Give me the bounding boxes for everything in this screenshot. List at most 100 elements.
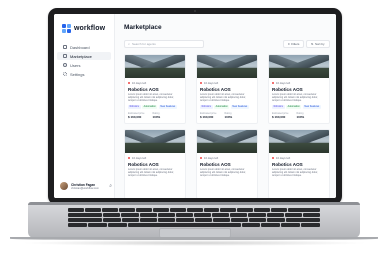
page-title: Marketplace: [124, 24, 162, 31]
status-text: 10 days left: [275, 81, 291, 85]
store-icon: [63, 54, 67, 58]
card-description: Lorem ipsum dolor sit amet, consectetur …: [272, 167, 318, 177]
tag: New Features: [302, 104, 321, 109]
status-dot-icon: [272, 81, 275, 85]
status-badge: 10 days left: [200, 81, 257, 85]
card-meta: Estimated price $ 160,000 Rating 100%: [272, 112, 329, 119]
logo-icon: [62, 23, 71, 33]
sidebar-nav: Dashboard Marketplace Users Settings: [54, 43, 114, 78]
agent-card[interactable]: 10 days left Robotics AOS Lorem ipsum do…: [124, 54, 186, 124]
status-dot-icon: [200, 156, 203, 160]
sidebar-item-users[interactable]: Users: [57, 61, 111, 69]
sidebar-item-settings[interactable]: Settings: [57, 70, 111, 78]
filters-button[interactable]: ≡ Filters: [283, 40, 305, 48]
user-info: Christian Fagan christian@workflow.com: [71, 183, 99, 190]
filter-icon: ≡: [288, 42, 290, 46]
tag: Robotics: [128, 104, 141, 109]
brand[interactable]: workflow: [54, 14, 114, 34]
search-icon[interactable]: ⌕: [109, 183, 112, 189]
brand-name: workflow: [74, 24, 106, 32]
status-text: 10 days left: [275, 156, 291, 160]
status-badge: 10 days left: [200, 156, 257, 160]
card-description: Lorem ipsum dolor sit amet, consectetur …: [128, 92, 174, 102]
card-title: Robotics AOS: [200, 161, 231, 167]
laptop-screen: workflow Dashboard Marketplace Users Set…: [54, 14, 336, 198]
card-image: [269, 55, 329, 78]
agent-card[interactable]: 10 days left Robotics AOS Lorem ipsum do…: [268, 129, 330, 198]
users-icon: [63, 63, 67, 67]
card-title: Robotics AOS: [128, 86, 159, 92]
card-image: [197, 130, 257, 153]
home-icon: [63, 45, 67, 49]
card-description: Lorem ipsum dolor sit amet, consectetur …: [200, 92, 246, 102]
agent-card[interactable]: 10 days left Robotics AOS Lorem ipsum do…: [124, 129, 186, 198]
gear-icon: [63, 72, 67, 76]
card-tags: Robotics Automation New Features: [272, 104, 329, 109]
user-email: christian@workflow.com: [71, 186, 99, 190]
keyboard: [68, 208, 321, 227]
card-title: Robotics AOS: [272, 161, 303, 167]
laptop-foot: [10, 237, 378, 240]
agent-card[interactable]: 10 days left Robotics AOS Lorem ipsum do…: [196, 54, 258, 124]
card-tags: Robotics Automation New Features: [200, 104, 257, 109]
status-text: 10 days left: [203, 156, 219, 160]
agent-card[interactable]: 10 days left Robotics AOS Lorem ipsum do…: [268, 54, 330, 124]
sidebar-item-label: Dashboard: [70, 44, 90, 50]
sidebar: workflow Dashboard Marketplace Users Set…: [54, 14, 115, 198]
card-title: Robotics AOS: [200, 86, 231, 92]
laptop-shadow: [20, 240, 368, 246]
status-dot-icon: [272, 156, 275, 160]
tag: Automation: [142, 104, 158, 109]
card-meta: Estimated price $ 160,000 Rating 100%: [128, 112, 185, 119]
status-text: 10 days left: [203, 81, 219, 85]
sidebar-item-label: Marketplace: [70, 53, 92, 59]
sort-label: Sort by: [315, 42, 325, 46]
toolbar: ⌕ Search for agents ≡ Filters ⇅ Sort by: [124, 40, 330, 48]
laptop-lid: workflow Dashboard Marketplace Users Set…: [48, 8, 342, 205]
status-badge: 10 days left: [128, 156, 185, 160]
meta-value: $ 160,000: [200, 114, 214, 119]
card-tags: Robotics Automation New Features: [128, 104, 185, 109]
agent-card[interactable]: 10 days left Robotics AOS Lorem ipsum do…: [196, 129, 258, 198]
meta-value: $ 160,000: [128, 114, 142, 119]
laptop-base: [28, 202, 360, 238]
card-description: Lorem ipsum dolor sit amet, consectetur …: [128, 167, 174, 177]
card-title: Robotics AOS: [128, 161, 159, 167]
camera: [194, 10, 196, 12]
status-dot-icon: [128, 81, 131, 85]
status-badge: 10 days left: [272, 81, 329, 85]
sort-icon: ⇅: [311, 42, 314, 46]
status-badge: 10 days left: [272, 156, 329, 160]
tag: Automation: [214, 104, 230, 109]
laptop-hinge: [28, 202, 360, 205]
tag: New Features: [230, 104, 249, 109]
meta-value: 100%: [152, 114, 161, 119]
status-dot-icon: [128, 156, 131, 160]
card-title: Robotics AOS: [272, 86, 303, 92]
card-description: Lorem ipsum dolor sit amet, consectetur …: [200, 167, 246, 177]
tag: New Features: [158, 104, 177, 109]
tag: Automation: [286, 104, 302, 109]
user-profile[interactable]: Christian Fagan christian@workflow.com ⌕: [60, 182, 112, 190]
search-placeholder: Search for agents: [132, 42, 156, 46]
sidebar-item-label: Settings: [70, 71, 85, 77]
sidebar-item-dashboard[interactable]: Dashboard: [57, 43, 111, 51]
search-icon: ⌕: [128, 42, 131, 46]
sidebar-item-label: Users: [70, 62, 81, 68]
status-dot-icon: [200, 81, 203, 85]
avatar: [60, 182, 68, 190]
sidebar-item-marketplace[interactable]: Marketplace: [57, 52, 111, 60]
card-image: [197, 55, 257, 78]
user-name: Christian Fagan: [71, 182, 96, 187]
search-input[interactable]: ⌕ Search for agents: [124, 40, 204, 48]
status-text: 10 days left: [131, 156, 147, 160]
sort-button[interactable]: ⇅ Sort by: [306, 40, 330, 48]
meta-value: $ 160,000: [272, 114, 286, 119]
card-image: [269, 130, 329, 153]
card-description: Lorem ipsum dolor sit amet, consectetur …: [272, 92, 318, 102]
card-image: [125, 130, 185, 153]
meta-value: 100%: [296, 114, 305, 119]
card-meta: Estimated price $ 160,000 Rating 100%: [200, 112, 257, 119]
card-image: [125, 55, 185, 78]
status-text: 10 days left: [131, 81, 147, 85]
